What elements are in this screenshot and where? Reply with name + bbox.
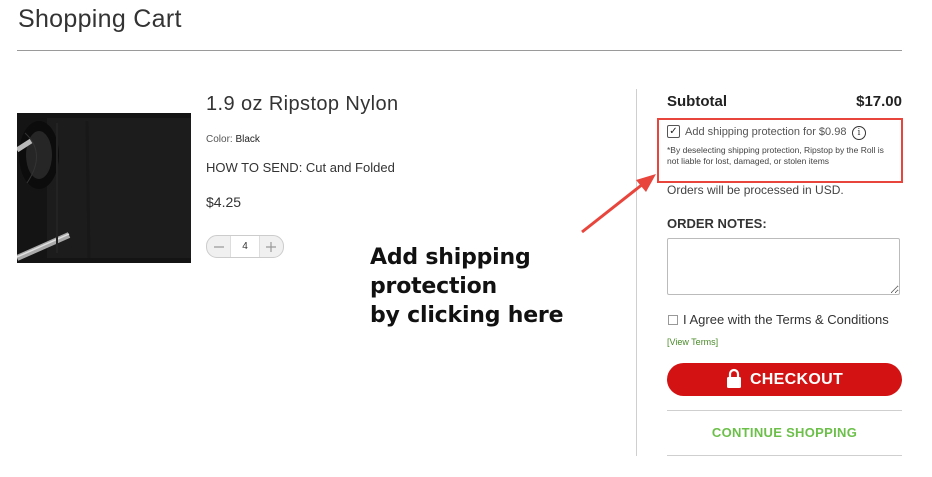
plus-icon[interactable] — [260, 236, 283, 257]
quantity-stepper[interactable]: 4 — [206, 235, 284, 258]
order-notes-textarea[interactable] — [667, 238, 900, 295]
currency-notice: Orders will be processed in USD. — [667, 183, 844, 197]
shipping-protection-note: *By deselecting shipping protection, Rip… — [667, 145, 884, 166]
annotation-callout: Add shipping protection by clicking here — [370, 243, 640, 330]
lock-icon — [726, 368, 741, 388]
title-divider — [17, 50, 902, 51]
shipping-protection-checkbox[interactable]: ✓ — [667, 125, 680, 138]
product-price: $4.25 — [206, 194, 242, 210]
product-color: Color: Black — [206, 134, 260, 145]
quantity-input[interactable]: 4 — [230, 236, 260, 257]
fabric-roll-image — [17, 113, 191, 263]
order-notes-label: ORDER NOTES: — [667, 216, 767, 231]
product-name[interactable]: 1.9 oz Ripstop Nylon — [206, 93, 399, 116]
subtotal-label: Subtotal — [667, 93, 727, 110]
view-terms-link[interactable]: [View Terms] — [667, 337, 718, 347]
shipping-protection-label[interactable]: Add shipping protection for $0.98 — [685, 126, 846, 138]
page-title: Shopping Cart — [18, 5, 182, 33]
how-to-send: HOW TO SEND: Cut and Folded — [206, 160, 395, 175]
annotation-line-2: by clicking here — [370, 303, 564, 328]
subtotal-value: $17.00 — [856, 93, 902, 110]
terms-checkbox[interactable] — [668, 315, 678, 325]
terms-label[interactable]: I Agree with the Terms & Conditions — [683, 312, 889, 327]
color-value: Black — [235, 134, 260, 145]
info-icon[interactable]: i — [852, 126, 866, 140]
minus-icon[interactable] — [207, 236, 230, 257]
continue-divider-top — [667, 410, 902, 411]
checkout-label: CHECKOUT — [749, 370, 844, 388]
continue-divider-bottom — [667, 455, 902, 456]
continue-shopping-button[interactable]: CONTINUE SHOPPING — [667, 425, 902, 440]
product-image — [17, 113, 191, 263]
checkout-button[interactable]: CHECKOUT — [667, 363, 902, 396]
color-label: Color: — [206, 134, 233, 145]
annotation-line-1: Add shipping protection — [370, 245, 531, 299]
